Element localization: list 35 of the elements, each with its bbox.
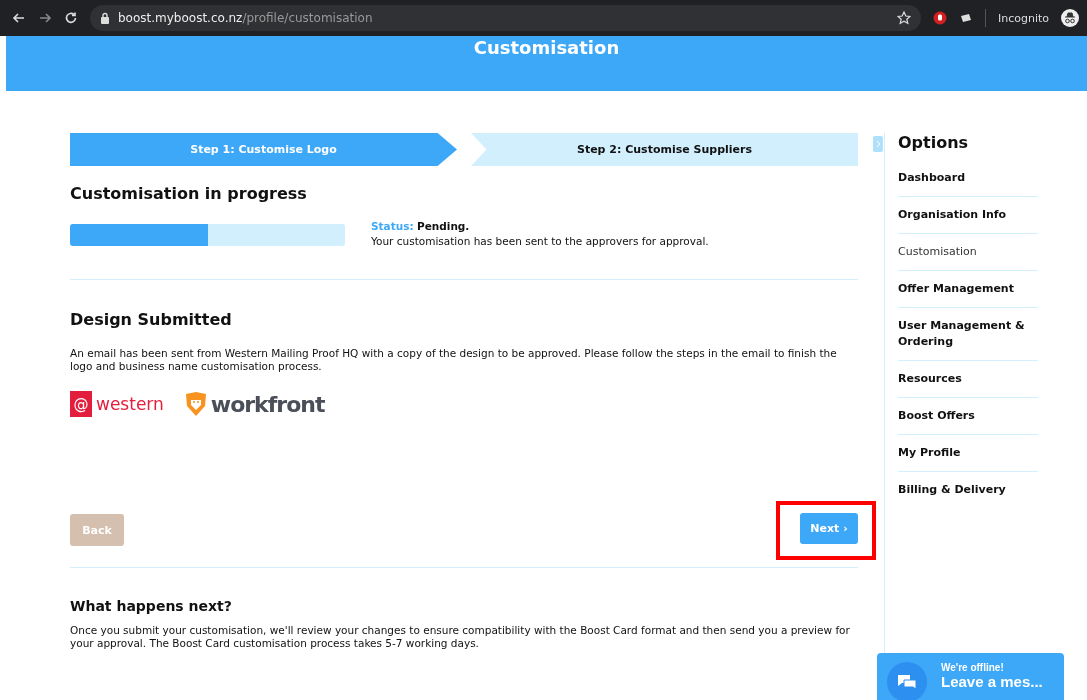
workfront-logo: workfront	[183, 391, 325, 417]
sidebar-title: Options	[898, 133, 970, 152]
sidebar-item[interactable]: Customisation	[898, 234, 1038, 271]
status-label: Status:	[371, 220, 414, 232]
sidebar-item[interactable]: User Management & Ordering	[898, 308, 1038, 361]
extension-icon[interactable]	[958, 11, 973, 25]
back-arrow-icon[interactable]	[12, 11, 26, 25]
sidebar-item[interactable]: My Profile	[898, 435, 1038, 472]
forward-arrow-icon[interactable]	[38, 11, 52, 25]
lock-icon	[100, 12, 110, 24]
profile-label: Incognito	[997, 11, 1049, 25]
sidebar-item[interactable]: Resources	[898, 361, 1038, 398]
hand-icon[interactable]	[932, 11, 947, 25]
sidebar-item[interactable]: Billing & Delivery	[898, 472, 1038, 508]
sidebar-item[interactable]: Dashboard	[898, 170, 1038, 197]
status-value: Pending.	[416, 220, 470, 232]
address-bar[interactable]: boost.myboost.co.nz/profile/customisation	[90, 5, 921, 31]
section-heading: Customisation in progress	[70, 184, 308, 203]
chat-status: We're offline!	[941, 662, 1005, 673]
sidebar-item[interactable]: Boost Offers	[898, 398, 1038, 435]
design-description: An email has been sent from Western Mailing Proof HQ with a copy of the design to be approved. Please follow the steps in the email to finish the logo and business name customisation process.	[70, 347, 838, 373]
section-heading: Design Submitted	[70, 310, 233, 329]
status-message: Your customisation has been sent to the approvers for approval.	[371, 234, 709, 249]
incognito-icon[interactable]	[1061, 9, 1079, 27]
sidebar-item[interactable]: Offer Management	[898, 271, 1038, 308]
next-steps-text: Once you submit your customisation, we'll review your changes to ensure compatibility with the Boost Card format and then send you a preview for your approval. The Boost Card customisation process takes 5-7 working days.	[70, 624, 851, 650]
chat-bubbles-icon	[887, 662, 927, 700]
sidebar-item[interactable]: Organisation Info	[898, 197, 1038, 234]
star-icon[interactable]	[896, 11, 911, 25]
step-tab[interactable]: Step 2: Customise Suppliers	[471, 133, 858, 166]
section-heading: What happens next?	[70, 598, 233, 614]
reload-icon[interactable]	[64, 11, 78, 25]
western-logo: @ western	[70, 391, 164, 417]
chat-action: Leave a mes...	[941, 673, 1043, 690]
page-title: Customisation	[473, 36, 620, 60]
